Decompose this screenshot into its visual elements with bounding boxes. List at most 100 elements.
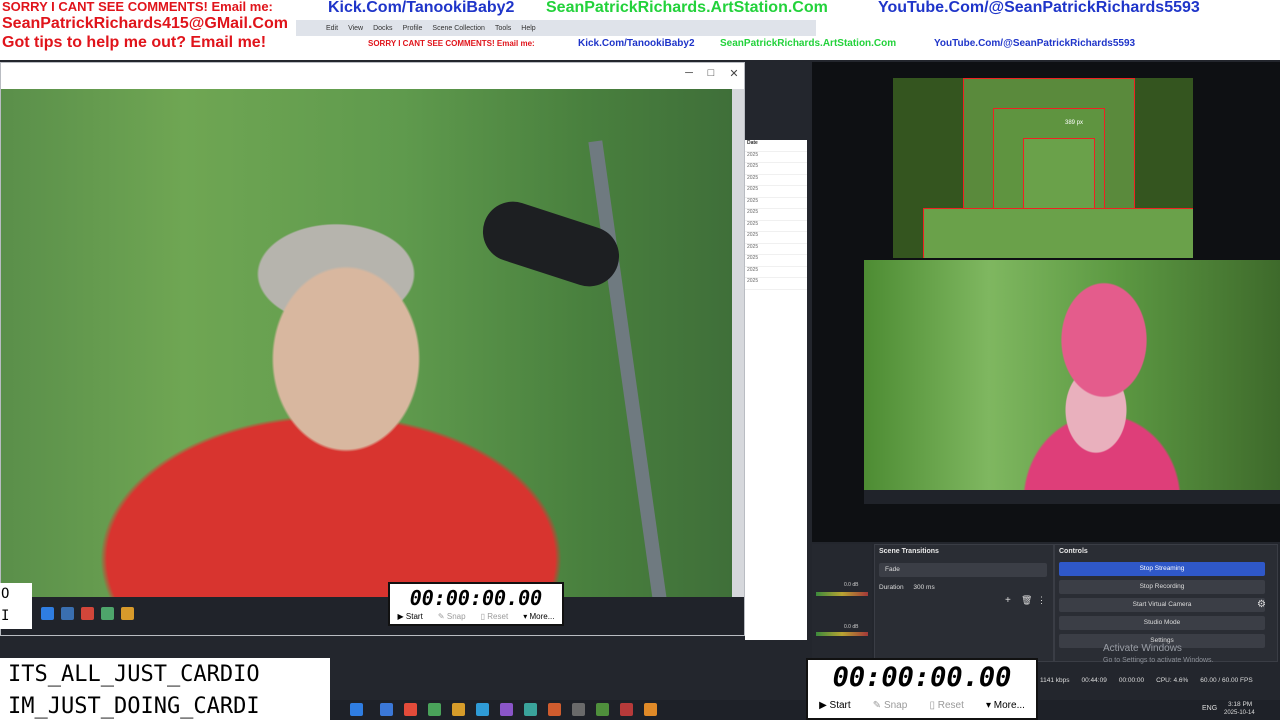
preview-timer-strip <box>864 490 1280 504</box>
taskbar-app-icon[interactable] <box>121 607 134 620</box>
menu-item-help[interactable]: Help <box>521 25 535 32</box>
file-row[interactable]: 2025 <box>745 278 807 290</box>
timer-more-button[interactable]: ▾ More... <box>986 700 1025 711</box>
transition-select[interactable]: Fade <box>879 563 1047 577</box>
timer-controls: ▶ Start ✎ Snap ▯ Reset ▾ More... <box>808 700 1036 711</box>
timer-more-button[interactable]: ▾ More... <box>523 612 554 621</box>
record-time: 00:00:00 <box>1118 676 1145 684</box>
fps-readout: 60.00 / 60.00 FPS <box>1200 676 1253 684</box>
cardio-line-2: IM_JUST_DOING_CARDI <box>8 694 260 719</box>
timer-reset-button[interactable]: ▯ Reset <box>929 700 963 711</box>
menu-item-profile[interactable]: Profile <box>403 25 423 32</box>
clock-date[interactable]: 2025-10-14 <box>1224 710 1255 716</box>
webcam-video <box>1 89 732 597</box>
email-address: SeanPatrickRichards415@GMail.Com <box>2 15 288 32</box>
file-row[interactable]: 2025 <box>745 221 807 232</box>
play-icon: ▶ <box>819 700 830 711</box>
maximize-icon[interactable]: □ <box>703 67 719 79</box>
audio-db-1: 0.0 dB <box>844 582 859 588</box>
taskbar-app-icon[interactable] <box>548 703 561 716</box>
timer-reset-button[interactable]: ▯ Reset <box>481 612 509 621</box>
taskbar-app-icon[interactable] <box>404 703 417 716</box>
file-row[interactable]: 2025 <box>745 209 807 221</box>
file-row[interactable]: 2025 <box>745 232 807 244</box>
clock-time[interactable]: 3:18 PM <box>1228 701 1252 708</box>
timer-widget-large: 00:00:00.00 ▶ Start ✎ Snap ▯ Reset ▾ Mor… <box>806 658 1038 720</box>
language-indicator[interactable]: ENG <box>1202 705 1217 712</box>
artstation-url: SeanPatrickRichards.ArtStation.Com <box>546 0 828 16</box>
taskbar-app-icon[interactable] <box>380 703 393 716</box>
mic-stand <box>588 140 668 597</box>
menu-item-scene-collection[interactable]: Scene Collection <box>432 25 485 32</box>
chevron-down-icon: ▾ <box>985 700 994 711</box>
timer-snap-button[interactable]: ✎ Snap <box>873 700 908 711</box>
youtube-url: YouTube.Com/@SeanPatrickRichards5593 <box>878 0 1200 16</box>
obs-menubar: Edit View Docks Profile Scene Collection… <box>296 20 816 36</box>
timer-digits: 00:00:00.00 <box>409 586 543 610</box>
taskbar-app-icon[interactable] <box>476 703 489 716</box>
taskbar-app-icon[interactable] <box>101 607 114 620</box>
taskbar-app-icon[interactable] <box>596 703 609 716</box>
sorry-text: SORRY I CANT SEE COMMENTS! Email me: <box>2 0 273 14</box>
scene-toolbar <box>330 655 810 669</box>
file-row[interactable]: 2025 <box>745 244 807 255</box>
duration-label: Duration <box>879 584 904 591</box>
timer-digits: 00:00:00.00 <box>832 662 1012 693</box>
file-row[interactable]: 2025 <box>745 267 807 278</box>
file-row[interactable]: 2025 <box>745 152 807 163</box>
stream-elapsed: 00:44:09 <box>1081 676 1107 684</box>
timer-snap-button[interactable]: ✎ Snap <box>438 612 466 621</box>
bitrate: 1141 kbps <box>1040 676 1070 684</box>
camera-window-scrollbar[interactable] <box>732 89 744 597</box>
audio-db-2: 0.0 dB <box>844 624 859 630</box>
file-row[interactable]: 2025 <box>745 186 807 198</box>
close-icon[interactable]: ✕ <box>726 67 742 80</box>
add-icon[interactable]: + <box>1005 595 1011 606</box>
duration-row: Duration 300 ms <box>879 581 1047 595</box>
trash-icon[interactable]: 🗑 <box>1021 595 1032 606</box>
file-row[interactable]: 2025 <box>745 198 807 209</box>
nested-kick-url: Kick.Com/TanookiBaby2 <box>578 38 695 49</box>
menu-item-docks[interactable]: Docks <box>373 25 392 32</box>
camera-window-titlebar[interactable]: ─ □ ✕ <box>1 63 744 89</box>
taskbar-app-icon[interactable] <box>428 703 441 716</box>
nested-artstation-url: SeanPatrickRichards.ArtStation.Com <box>720 38 897 49</box>
stop-recording-button[interactable]: Stop Recording <box>1059 580 1265 594</box>
nested-sorry-text: SORRY I CANT SEE COMMENTS! Email me: <box>368 39 535 48</box>
duration-input[interactable]: 300 ms <box>913 584 934 591</box>
start-virtual-camera-button[interactable]: Start Virtual Camera <box>1059 598 1265 612</box>
nested-youtube-url: YouTube.Com/@SeanPatrickRichards5593 <box>934 38 1136 49</box>
taskbar-app-icon[interactable] <box>572 703 585 716</box>
timer-start-button[interactable]: ▶ Start <box>398 612 423 621</box>
timer-start-button[interactable]: ▶ Start <box>819 700 851 711</box>
start-icon[interactable] <box>41 607 54 620</box>
taskbar-app-icon[interactable] <box>644 703 657 716</box>
dock-title: Scene Transitions <box>879 548 939 555</box>
cpu-usage: CPU: 4.6% <box>1156 676 1189 684</box>
gear-icon[interactable]: ⚙ <box>1257 599 1266 610</box>
file-row[interactable]: 2025 <box>745 255 807 267</box>
taskbar-app-icon[interactable] <box>500 703 513 716</box>
studio-mode-button[interactable]: Studio Mode <box>1059 616 1265 630</box>
audio-mixer: 0.0 dB 0.0 dB <box>812 544 872 660</box>
menu-item-view[interactable]: View <box>348 25 363 32</box>
minimize-icon[interactable]: ─ <box>681 67 697 79</box>
audio-meter <box>816 592 868 596</box>
recursive-preview: 389 px <box>893 78 1193 258</box>
start-icon[interactable] <box>350 703 363 716</box>
snap-icon: ✎ <box>437 612 447 621</box>
timer-controls: ▶ Start ✎ Snap ▯ Reset ▾ More... <box>390 612 562 621</box>
taskbar-app-icon[interactable] <box>524 703 537 716</box>
taskbar-app-icon[interactable] <box>61 607 74 620</box>
audio-meter <box>816 632 868 636</box>
menu-item-tools[interactable]: Tools <box>495 25 511 32</box>
taskbar-app-icon[interactable] <box>620 703 633 716</box>
taskbar-app-icon[interactable] <box>81 607 94 620</box>
measure-label: 389 px <box>1065 120 1084 126</box>
file-row[interactable]: 2025 <box>745 163 807 175</box>
file-row[interactable]: 2025 <box>745 175 807 186</box>
menu-item-edit[interactable]: Edit <box>326 25 338 32</box>
more-options-icon[interactable]: ⋮ <box>1037 595 1046 606</box>
stop-streaming-button[interactable]: Stop Streaming <box>1059 562 1265 576</box>
taskbar-app-icon[interactable] <box>452 703 465 716</box>
